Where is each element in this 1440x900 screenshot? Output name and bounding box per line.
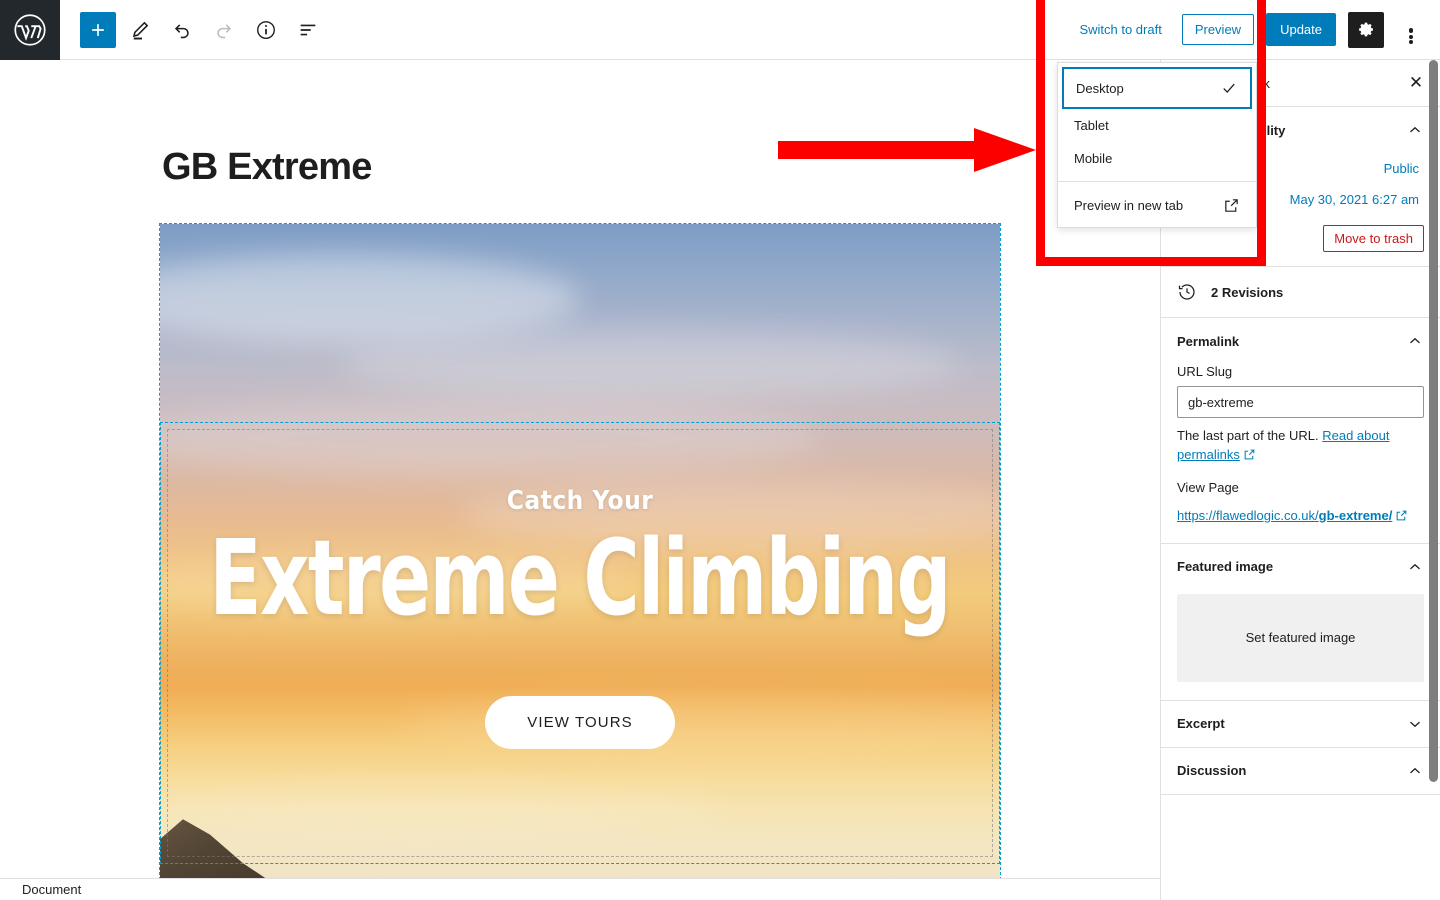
revisions-label: 2 Revisions [1211,284,1284,300]
hero-eyebrow-text[interactable]: Catch Your [507,486,654,516]
update-button[interactable]: Update [1266,13,1336,46]
featured-image-panel: Featured image Set featured image [1161,544,1440,701]
preview-options-dropdown: Desktop Tablet Mobile Preview in new tab [1057,62,1257,228]
cover-inner-container[interactable]: Catch Your Extreme Climbing VIEW TOURS [160,422,1000,864]
chevron-up-icon [1410,563,1420,570]
cover-block[interactable]: Catch Your Extreme Climbing VIEW TOURS [159,223,1001,878]
panel-title: Discussion [1177,763,1247,779]
visibility-value-button[interactable]: Public [1379,158,1424,179]
hero-headline[interactable]: Extreme Climbing [210,526,952,630]
permalink-panel: Permalink URL Slug The last part of the … [1161,318,1440,544]
dropdown-divider [1058,181,1256,182]
permalink-help-text: The last part of the URL. Read about per… [1177,427,1424,467]
panel-title: Featured image [1177,559,1274,575]
preview-option-desktop[interactable]: Desktop [1062,67,1252,109]
revisions-clock-icon [1178,284,1195,300]
switch-to-draft-button[interactable]: Switch to draft [1071,16,1169,43]
page-title[interactable]: GB Extreme [0,60,1160,189]
url-slug-input[interactable] [1177,386,1424,418]
permalink-body: URL Slug The last part of the URL. Read … [1161,364,1440,543]
external-link-icon [1243,448,1256,467]
editor-canvas: GB Extreme Catch Your Extreme Climbing V… [0,60,1160,878]
redo-button[interactable] [206,12,242,48]
chevron-up-icon [1410,767,1420,774]
url-slug-label: URL Slug [1177,364,1233,379]
editor-top-bar: Switch to draft Preview Update [0,0,1440,60]
checkmark-icon [1223,83,1235,93]
help-prefix: The last part of the URL. [1177,428,1323,443]
preview-option-tablet[interactable]: Tablet [1058,109,1256,142]
preview-option-mobile[interactable]: Mobile [1058,142,1256,175]
chevron-up-icon [1410,126,1420,133]
chevron-down-icon [1410,721,1420,727]
wordpress-logo-icon[interactable] [0,0,60,60]
preview-in-new-tab-label: Preview in new tab [1074,198,1184,213]
sidebar-scrollbar[interactable] [1429,60,1438,782]
gear-icon[interactable] [1348,11,1384,48]
set-featured-image-button[interactable]: Set featured image [1177,593,1424,682]
view-page-label: View Page [1177,479,1239,495]
preview-option-label: Mobile [1074,151,1113,166]
featured-image-header[interactable]: Featured image [1161,544,1440,590]
excerpt-header[interactable]: Excerpt [1161,701,1440,747]
close-icon[interactable]: ✕ [1400,67,1432,99]
top-bar-actions: Switch to draft Preview Update [1071,0,1440,60]
permalink-header[interactable]: Permalink [1161,318,1440,364]
editor-status-bar: Document [0,878,1160,900]
panel-title: Permalink [1177,333,1240,349]
publish-date-button[interactable]: May 30, 2021 6:27 am [1285,189,1424,210]
add-block-button[interactable] [80,11,116,48]
undo-button[interactable] [164,12,200,48]
three-dots-vertical-icon[interactable] [1396,12,1426,48]
panel-title: Excerpt [1177,716,1225,732]
breadcrumb[interactable]: Document [22,882,81,897]
move-to-trash-button[interactable]: Move to trash [1323,225,1424,252]
wordpress-block-editor: Switch to draft Preview Update GB Extrem… [0,0,1440,900]
preview-in-new-tab-button[interactable]: Preview in new tab [1058,188,1256,223]
permalink-url-slug: gb-extreme/ [1318,507,1393,523]
page-permalink-link[interactable]: https://flawedlogic.co.uk/gb-extreme/ [1177,508,1392,523]
preview-button[interactable]: Preview [1181,14,1255,45]
excerpt-panel: Excerpt [1161,701,1440,748]
view-tours-button[interactable]: VIEW TOURS [485,695,675,749]
editor-tools-group [60,11,326,48]
discussion-header[interactable]: Discussion [1161,748,1440,794]
tools-pencil-button[interactable] [122,12,158,48]
revisions-row[interactable]: 2 Revisions [1161,267,1440,318]
discussion-panel: Discussion [1161,748,1440,795]
preview-option-label: Desktop [1076,80,1124,96]
external-link-icon [1225,199,1238,212]
details-info-button[interactable] [248,12,284,48]
list-view-button[interactable] [290,12,326,48]
permalink-url-prefix: https://flawedlogic.co.uk/ [1177,507,1319,523]
chevron-up-icon [1410,337,1420,344]
preview-option-label: Tablet [1074,118,1109,133]
external-link-icon [1395,509,1408,527]
